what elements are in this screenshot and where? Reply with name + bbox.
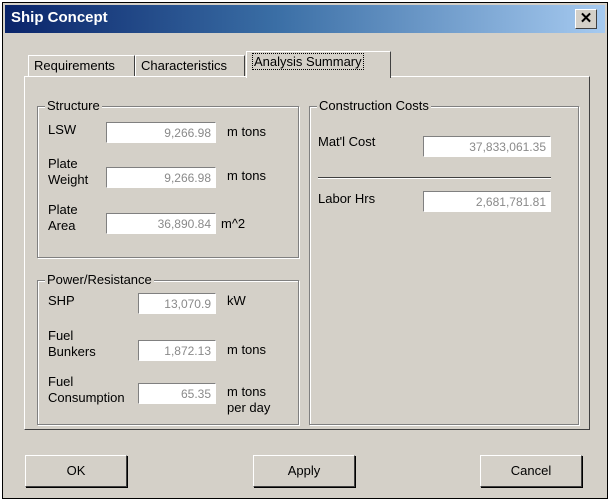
shp-field[interactable]: 13,070.9 — [137, 292, 217, 315]
fuel-bunkers-label-line1: Fuel — [48, 328, 74, 343]
tab-characteristics[interactable]: Characteristics — [135, 55, 245, 77]
plate-area-label-line2: Area — [48, 218, 76, 233]
fuel-bunkers-unit: m tons — [227, 342, 267, 357]
fuel-consumption-label-line1: Fuel — [48, 374, 74, 389]
apply-button[interactable]: Apply — [253, 455, 355, 487]
shp-label: SHP — [48, 293, 75, 308]
matl-cost-field[interactable]: 37,833,061.35 — [422, 135, 552, 158]
tab-analysis-summary[interactable]: Analysis Summary — [246, 51, 391, 78]
power-resistance-group-title: Power/Resistance — [45, 272, 154, 287]
lsw-label: LSW — [48, 122, 77, 137]
cancel-button[interactable]: Cancel — [480, 455, 582, 487]
title-bar: Ship Concept ✕ — [5, 5, 605, 33]
lsw-unit: m tons — [227, 124, 267, 139]
matl-cost-label: Mat'l Cost — [318, 134, 376, 149]
fuel-consumption-unit-line2: per day — [227, 400, 271, 415]
ok-button[interactable]: OK — [25, 455, 127, 487]
plate-weight-unit: m tons — [227, 168, 267, 183]
fuel-consumption-label-line2: Consumption — [48, 390, 125, 405]
window-title: Ship Concept — [11, 9, 108, 26]
fuel-bunkers-label-line2: Bunkers — [48, 344, 96, 359]
tab-requirements[interactable]: Requirements — [28, 55, 135, 77]
plate-area-label-line1: Plate — [48, 202, 78, 217]
plate-weight-label-line1: Plate — [48, 156, 78, 171]
plate-area-field[interactable]: 36,890.84 — [105, 212, 217, 235]
fuel-bunkers-field[interactable]: 1,872.13 — [137, 339, 217, 362]
plate-area-unit: m^2 — [221, 216, 246, 231]
costs-divider — [318, 177, 551, 179]
fuel-consumption-unit-line1: m tons — [227, 384, 267, 399]
fuel-consumption-field[interactable]: 65.35 — [137, 382, 217, 405]
close-button[interactable]: ✕ — [575, 9, 597, 29]
lsw-field[interactable]: 9,266.98 — [105, 121, 217, 144]
labor-hrs-label: Labor Hrs — [318, 191, 376, 206]
labor-hrs-field[interactable]: 2,681,781.81 — [422, 190, 552, 213]
shp-unit: kW — [227, 293, 246, 308]
tab-requirements-label: Requirements — [34, 58, 115, 73]
plate-weight-label-line2: Weight — [48, 172, 89, 187]
structure-group-title: Structure — [45, 98, 102, 113]
close-icon: ✕ — [579, 10, 593, 27]
tab-characteristics-label: Characteristics — [141, 58, 227, 73]
plate-weight-field[interactable]: 9,266.98 — [105, 166, 217, 189]
construction-costs-group-title: Construction Costs — [317, 98, 431, 113]
tab-analysis-summary-label: Analysis Summary — [252, 53, 364, 70]
